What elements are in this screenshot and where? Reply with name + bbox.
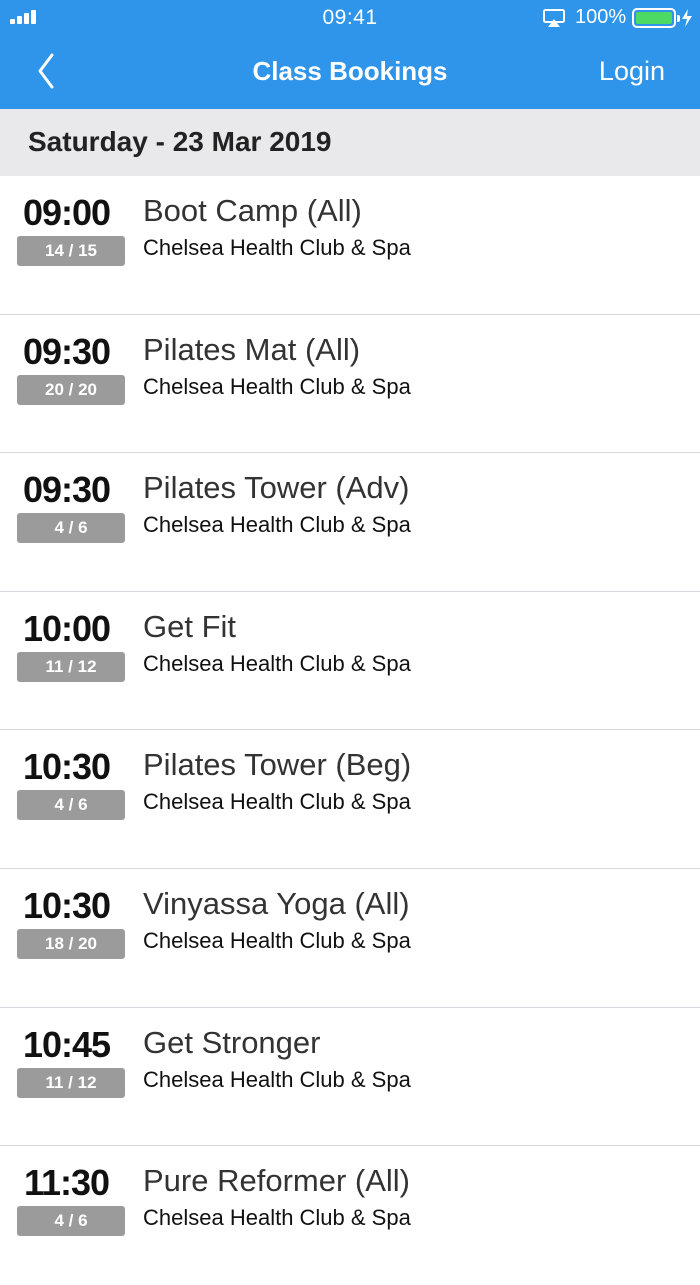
class-time: 09:30 <box>22 330 111 372</box>
navigation-bar: Class Bookings Login <box>0 36 700 109</box>
capacity-badge: 18 / 20 <box>17 928 125 959</box>
class-venue: Chelsea Health Club & Spa <box>143 927 411 953</box>
class-venue: Chelsea Health Club & Spa <box>143 373 411 399</box>
class-venue: Chelsea Health Club & Spa <box>143 512 411 538</box>
capacity-badge: 11 / 12 <box>17 1067 125 1098</box>
class-name: Pure Reformer (All) <box>143 1163 410 1199</box>
top-bar: 09:41 100% Class Bookings Login <box>0 0 700 109</box>
login-button[interactable]: Login <box>599 56 665 87</box>
class-time: 09:00 <box>22 192 111 233</box>
class-list: 09:00 14 / 15 Boot Camp (All) Chelsea He… <box>0 176 700 1285</box>
class-row[interactable]: 09:00 14 / 15 Boot Camp (All) Chelsea He… <box>0 176 700 315</box>
class-time: 10:00 <box>22 607 111 649</box>
class-row[interactable]: 10:30 4 / 6 Pilates Tower (Beg) Chelsea … <box>0 730 700 869</box>
capacity-badge: 4 / 6 <box>17 513 125 544</box>
class-row[interactable]: 10:00 11 / 12 Get Fit Chelsea Health Clu… <box>0 592 700 731</box>
date-header: Saturday - 23 Mar 2019 <box>0 109 700 176</box>
class-name: Get Fit <box>143 608 237 644</box>
status-bar: 09:41 100% <box>0 0 700 36</box>
capacity-badge: 20 / 20 <box>17 374 125 405</box>
class-venue: Chelsea Health Club & Spa <box>143 650 411 676</box>
class-name: Get Stronger <box>143 1024 321 1060</box>
class-venue: Chelsea Health Club & Spa <box>143 1205 411 1231</box>
class-time: 10:45 <box>22 1023 111 1065</box>
airplay-icon <box>543 9 565 27</box>
class-name: Vinyassa Yoga (All) <box>143 885 410 921</box>
class-row[interactable]: 10:30 18 / 20 Vinyassa Yoga (All) Chelse… <box>0 869 700 1008</box>
battery-percent: 100% <box>575 6 627 28</box>
class-name: Pilates Tower (Adv) <box>143 470 410 506</box>
class-time: 10:30 <box>22 746 111 788</box>
class-time: 11:30 <box>23 1162 110 1204</box>
class-name: Boot Camp (All) <box>143 193 362 228</box>
class-venue: Chelsea Health Club & Spa <box>143 235 411 260</box>
capacity-badge: 11 / 12 <box>17 651 125 682</box>
class-name: Pilates Mat (All) <box>143 331 361 367</box>
class-venue: Chelsea Health Club & Spa <box>143 1066 411 1092</box>
class-time: 10:30 <box>22 884 111 926</box>
class-name: Pilates Tower (Beg) <box>143 747 412 783</box>
class-row[interactable]: 10:45 11 / 12 Get Stronger Chelsea Healt… <box>0 1008 700 1147</box>
class-time: 09:30 <box>22 469 111 511</box>
charging-bolt-icon <box>682 9 692 27</box>
capacity-badge: 4 / 6 <box>17 1206 125 1237</box>
capacity-badge: 14 / 15 <box>17 236 125 266</box>
class-row[interactable]: 09:30 20 / 20 Pilates Mat (All) Chelsea … <box>0 315 700 454</box>
battery-icon <box>632 8 680 28</box>
date-label: Saturday - 23 Mar 2019 <box>28 126 332 157</box>
class-venue: Chelsea Health Club & Spa <box>143 789 411 815</box>
capacity-badge: 4 / 6 <box>17 790 125 821</box>
class-row[interactable]: 11:30 4 / 6 Pure Reformer (All) Chelsea … <box>0 1146 700 1285</box>
class-row[interactable]: 09:30 4 / 6 Pilates Tower (Adv) Chelsea … <box>0 453 700 592</box>
page-title: Class Bookings <box>252 56 448 86</box>
